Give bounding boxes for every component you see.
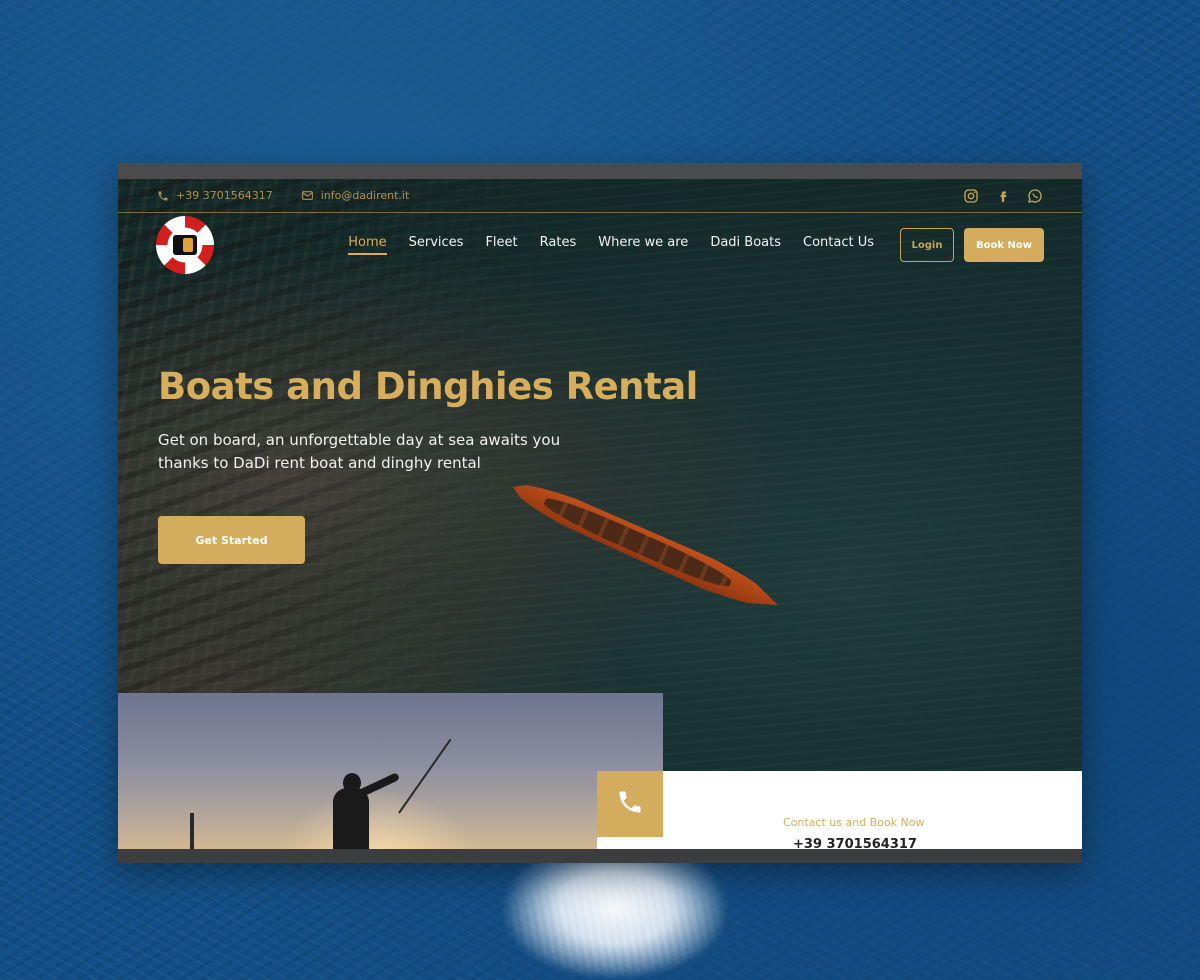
pier-post: [190, 813, 194, 849]
site-logo[interactable]: [156, 216, 214, 274]
phone-icon: [616, 788, 644, 820]
nav-item-rates[interactable]: Rates: [540, 235, 577, 255]
top-info-bar: +39 3701564317 info@dadirent.it: [118, 179, 1082, 213]
fisherman-silhouette: [333, 788, 369, 849]
login-button[interactable]: Login: [900, 228, 954, 262]
hero-title: Boats and Dinghies Rental: [158, 365, 698, 408]
nav-item-where-we-are[interactable]: Where we are: [598, 235, 688, 255]
nav-item-fleet[interactable]: Fleet: [485, 235, 517, 255]
topbar-phone-text: +39 3701564317: [176, 189, 273, 202]
nav-item-dadi-boats[interactable]: Dadi Boats: [710, 235, 781, 255]
book-now-button[interactable]: Book Now: [964, 228, 1044, 262]
browser-mockup: +39 3701564317 info@dadirent.it Home Ser…: [118, 163, 1082, 863]
instagram-icon[interactable]: [962, 187, 980, 205]
logo-emblem: [173, 235, 197, 255]
contact-label: Contact us and Book Now: [783, 816, 925, 829]
social-links: [962, 187, 1044, 205]
facebook-icon[interactable]: [994, 187, 1012, 205]
sunset-glow: [268, 783, 488, 849]
fisherman-image: [118, 693, 663, 849]
whatsapp-icon[interactable]: [1026, 187, 1044, 205]
contact-phone-number[interactable]: +39 3701564317: [793, 837, 917, 849]
phone-icon: [156, 189, 170, 203]
boat-wake: [500, 860, 730, 980]
topbar-email[interactable]: info@dadirent.it: [301, 189, 410, 203]
topbar-email-text: info@dadirent.it: [320, 189, 410, 202]
mail-icon: [301, 189, 315, 203]
hero-subtitle: Get on board, an unforgettable day at se…: [158, 429, 658, 475]
nav-menu: Home Services Fleet Rates Where we are D…: [348, 235, 874, 255]
nav-item-home[interactable]: Home: [348, 235, 387, 255]
nav-item-services[interactable]: Services: [409, 235, 464, 255]
hero-subtitle-line-1: Get on board, an unforgettable day at se…: [158, 431, 561, 449]
topbar-phone[interactable]: +39 3701564317: [156, 189, 273, 203]
nav-item-contact-us[interactable]: Contact Us: [803, 235, 874, 255]
window-bottom-bar: [118, 849, 1082, 863]
get-started-button[interactable]: Get Started: [158, 516, 305, 564]
contact-card: Contact us and Book Now +39 3701564317: [597, 771, 1082, 849]
website-hero: +39 3701564317 info@dadirent.it Home Ser…: [118, 179, 1082, 849]
main-nav: Home Services Fleet Rates Where we are D…: [118, 215, 1082, 275]
window-top-bar: [118, 163, 1082, 179]
contact-phone-button[interactable]: [597, 771, 663, 837]
hero-subtitle-line-2: thanks to DaDi rent boat and dinghy rent…: [158, 454, 481, 472]
